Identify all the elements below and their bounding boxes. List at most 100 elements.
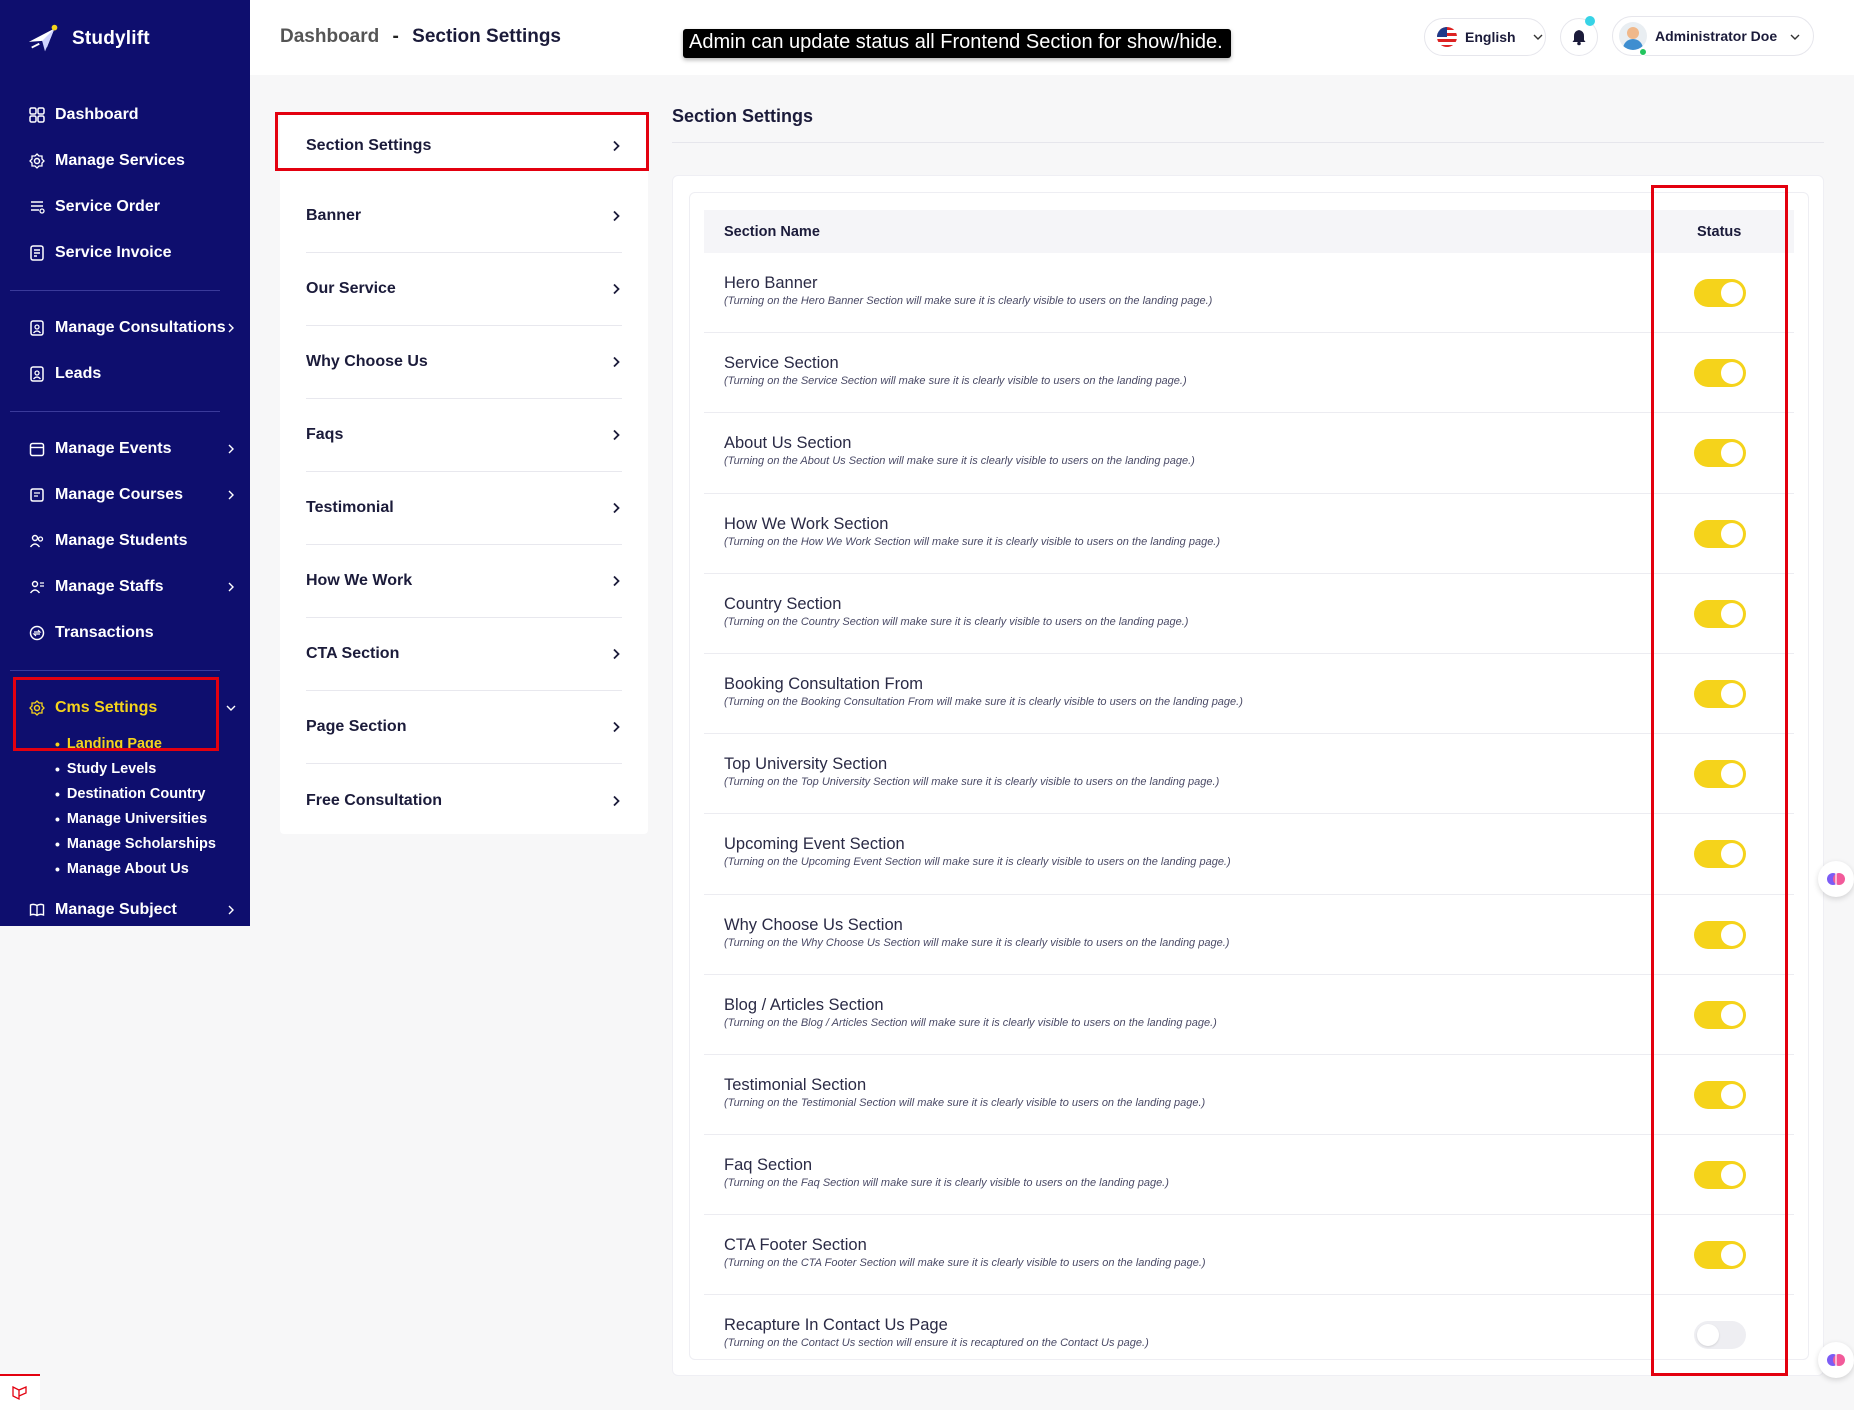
table-row: Top University Section (Turning on the To… <box>704 734 1794 815</box>
menu-why-choose-us[interactable]: Why Choose Us <box>306 326 622 399</box>
menu-label: Why Choose Us <box>306 353 428 370</box>
chevron-down-icon <box>226 705 236 711</box>
menu-label: Our Service <box>306 280 396 297</box>
sidebar-item-manage-events[interactable]: Manage Events <box>0 426 250 472</box>
sidebar-item-service-invoice[interactable]: Service Invoice <box>0 230 250 276</box>
table-row: Blog / Articles Section (Turning on the B… <box>704 975 1794 1055</box>
topbar: Dashboard - Section Settings Admin can u… <box>250 0 1854 75</box>
chevron-right-icon <box>613 356 620 368</box>
list-icon <box>28 198 46 216</box>
section-table: Section Name Status Hero Banner (Turning … <box>689 192 1809 1360</box>
sidebar-item-label: Transactions <box>55 624 154 641</box>
assistant-float-button[interactable] <box>1818 861 1854 897</box>
chevron-right-icon <box>613 575 620 587</box>
section-description: (Turning on the How We Work Section will… <box>724 535 1221 548</box>
submenu-destination-country[interactable]: Destination Country <box>55 781 250 806</box>
assistant-float-button-bottom[interactable] <box>1818 1342 1854 1378</box>
menu-testimonial[interactable]: Testimonial <box>306 472 622 545</box>
sidebar-item-label: Service Invoice <box>55 244 172 261</box>
highlight-section-settings <box>275 112 649 171</box>
submenu-manage-scholarships[interactable]: Manage Scholarships <box>55 831 250 856</box>
section-description: (Turning on the Why Choose Us Section wi… <box>724 936 1230 949</box>
section-description: (Turning on the Contact Us section will … <box>724 1337 1149 1350</box>
section-description: (Turning on the Faq Section will make su… <box>724 1177 1169 1190</box>
sidebar: Studylift Dashboard Manage Services Serv… <box>0 0 250 926</box>
table-row: Upcoming Event Section (Turning on the Up… <box>704 814 1794 895</box>
brand-logo[interactable]: Studylift <box>26 22 150 56</box>
chevron-right-icon <box>228 490 234 500</box>
leads-icon <box>28 365 46 383</box>
breadcrumb-current: Section Settings <box>412 26 561 47</box>
table-body: Hero Banner (Turning on the Hero Banner S… <box>704 253 1794 1359</box>
bell-icon <box>1572 30 1586 46</box>
menu-label: Banner <box>306 207 362 224</box>
menu-label: Page Section <box>306 718 407 735</box>
submenu-study-levels[interactable]: Study Levels <box>55 756 250 781</box>
section-name: Testimonial Section <box>724 1075 867 1094</box>
sidebar-nav: Dashboard Manage Services Service Order … <box>0 92 250 933</box>
us-flag-icon <box>1437 27 1457 47</box>
transactions-icon <box>28 624 46 642</box>
sidebar-item-dashboard[interactable]: Dashboard <box>0 92 250 138</box>
user-name: Administrator Doe <box>1655 28 1778 44</box>
debug-bar-toggle[interactable] <box>0 1374 40 1410</box>
menu-faqs[interactable]: Faqs <box>306 399 622 472</box>
sidebar-item-manage-consultations[interactable]: Manage Consultations <box>0 305 250 351</box>
menu-page-section[interactable]: Page Section <box>306 691 622 764</box>
notification-dot <box>1585 16 1595 26</box>
submenu-manage-about-us[interactable]: Manage About Us <box>55 856 250 881</box>
menu-cta-section[interactable]: CTA Section <box>306 618 622 691</box>
sidebar-item-leads[interactable]: Leads <box>0 351 250 397</box>
chevron-right-icon <box>613 795 620 806</box>
menu-how-we-work[interactable]: How We Work <box>306 545 622 618</box>
menu-banner[interactable]: Banner <box>306 180 622 253</box>
section-description: (Turning on the Service Section will mak… <box>724 375 1187 388</box>
sidebar-item-service-order[interactable]: Service Order <box>0 184 250 230</box>
language-selector[interactable]: English <box>1424 18 1546 56</box>
section-name: Booking Consultation From <box>724 674 924 693</box>
section-name: Hero Banner <box>724 274 818 292</box>
notifications-button[interactable] <box>1560 16 1598 56</box>
section-description: (Turning on the Testimonial Section will… <box>724 1096 1206 1109</box>
course-icon <box>28 486 46 504</box>
section-name: Country Section <box>724 594 842 613</box>
breadcrumb-root[interactable]: Dashboard <box>280 26 379 47</box>
sidebar-item-transactions[interactable]: Transactions <box>0 610 250 656</box>
annotation-tooltip: Admin can update status all Frontend Sec… <box>683 29 1231 58</box>
sidebar-item-manage-courses[interactable]: Manage Courses <box>0 472 250 518</box>
sidebar-item-manage-subject[interactable]: Manage Subject <box>0 887 250 933</box>
chevron-right-icon <box>228 444 234 454</box>
menu-free-consultation[interactable]: Free Consultation <box>306 764 622 837</box>
table-row: About Us Section (Turning on the About Us… <box>704 413 1794 494</box>
section-name: Blog / Articles Section <box>724 995 884 1014</box>
chevron-right-icon <box>228 582 234 592</box>
cms-submenu: Landing Page Study Levels Destination Co… <box>0 731 250 881</box>
sidebar-item-label: Manage Consultations <box>55 319 226 336</box>
section-name: Faq Section <box>724 1156 813 1175</box>
sidebar-item-label: Service Order <box>55 198 160 215</box>
section-name: Top University Section <box>724 755 888 774</box>
menu-label: How We Work <box>306 572 413 589</box>
section-name: CTA Footer Section <box>724 1236 867 1255</box>
submenu-manage-universities[interactable]: Manage Universities <box>55 806 250 831</box>
dashboard-icon <box>28 106 46 124</box>
chevron-right-icon <box>228 323 234 333</box>
chevron-down-icon <box>1790 34 1800 40</box>
brain-icon <box>1827 1354 1845 1366</box>
page-title: Section Settings <box>672 106 814 126</box>
sidebar-item-manage-staffs[interactable]: Manage Staffs <box>0 564 250 610</box>
sidebar-item-manage-students[interactable]: Manage Students <box>0 518 250 564</box>
sidebar-item-manage-services[interactable]: Manage Services <box>0 138 250 184</box>
chevron-right-icon <box>613 648 620 660</box>
user-menu[interactable]: Administrator Doe <box>1612 16 1814 56</box>
table-row: Booking Consultation From (Turning on the… <box>704 654 1794 735</box>
section-description: (Turning on the Top University Section w… <box>724 776 1220 789</box>
logo-icon <box>28 24 58 52</box>
staffs-icon <box>28 578 46 596</box>
book-icon <box>28 901 46 919</box>
calendar-icon <box>28 440 46 458</box>
column-section-name: Section Name <box>724 224 820 240</box>
menu-our-service[interactable]: Our Service <box>306 253 622 326</box>
sidebar-item-label: Manage Subject <box>55 901 177 918</box>
sidebar-item-label: Manage Courses <box>55 486 184 503</box>
